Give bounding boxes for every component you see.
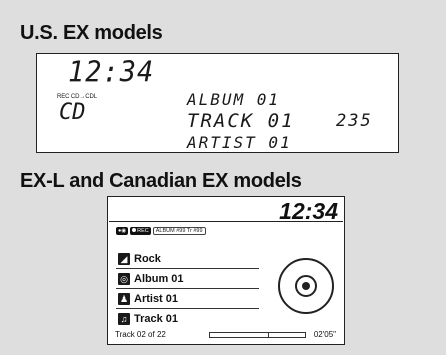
album-readout: ALBUM 01 (187, 90, 281, 109)
rec-dot-icon (132, 228, 137, 232)
genre-label: Rock (134, 252, 161, 265)
rec-label: REC (137, 228, 149, 234)
artist-readout: ARTIST 01 (187, 133, 292, 152)
rec-badge: REC (130, 227, 151, 235)
track-info-list: ◢ Rock ◎ Album 01 ♟ Artist 01 ♫ Track 01 (116, 249, 259, 329)
exl-lcd-display: 12:34 ●◉ REC ALBUM #99 Tr #99 ◢ Rock ◎ A… (107, 196, 345, 345)
elapsed-time: 02'05" (313, 330, 336, 339)
list-item-track: ♫ Track 01 (116, 309, 259, 329)
us-models-heading: U.S. EX models (20, 22, 163, 44)
progress-bar (209, 332, 306, 338)
source-indicator: CD (59, 100, 86, 125)
clock-readout: 12:34 (68, 56, 155, 89)
music-note-icon: ♫ (118, 313, 130, 325)
album-number-label: ALBUM #99 (155, 228, 186, 234)
exl-models-heading: EX-L and Canadian EX models (20, 170, 302, 192)
progress-fill (210, 333, 269, 337)
us-segment-display: 12:34 REC CD→CDL CD ALBUM 01 TRACK 01 23… (36, 53, 399, 153)
album-icon: ◎ (118, 272, 130, 285)
album-label: Album 01 (134, 272, 184, 285)
disc-status-icon: ●◉ (116, 227, 129, 235)
playback-status-bar: Track 02 of 22 02'05" (115, 330, 336, 340)
list-item-artist: ♟ Artist 01 (116, 289, 259, 309)
track-label: Track 01 (134, 313, 179, 325)
cd-disc-icon (278, 258, 334, 314)
count-readout: 235 (336, 111, 373, 131)
status-bar: ●◉ REC ALBUM #99 Tr #99 (116, 227, 206, 235)
track-position: Track 02 of 22 (115, 330, 166, 339)
list-item-album: ◎ Album 01 (116, 269, 259, 289)
folder-icon: ◢ (118, 252, 130, 265)
disc-center-ring (295, 275, 317, 297)
list-item-genre: ◢ Rock (116, 249, 259, 269)
divider (109, 221, 343, 222)
artist-label: Artist 01 (134, 292, 179, 305)
artist-icon: ♟ (118, 292, 130, 305)
track-number-label: Tr #99 (186, 228, 203, 234)
album-number-badge: ALBUM #99 Tr #99 (152, 227, 206, 235)
track-readout: TRACK 01 (187, 110, 295, 132)
disc-hub (302, 282, 310, 290)
